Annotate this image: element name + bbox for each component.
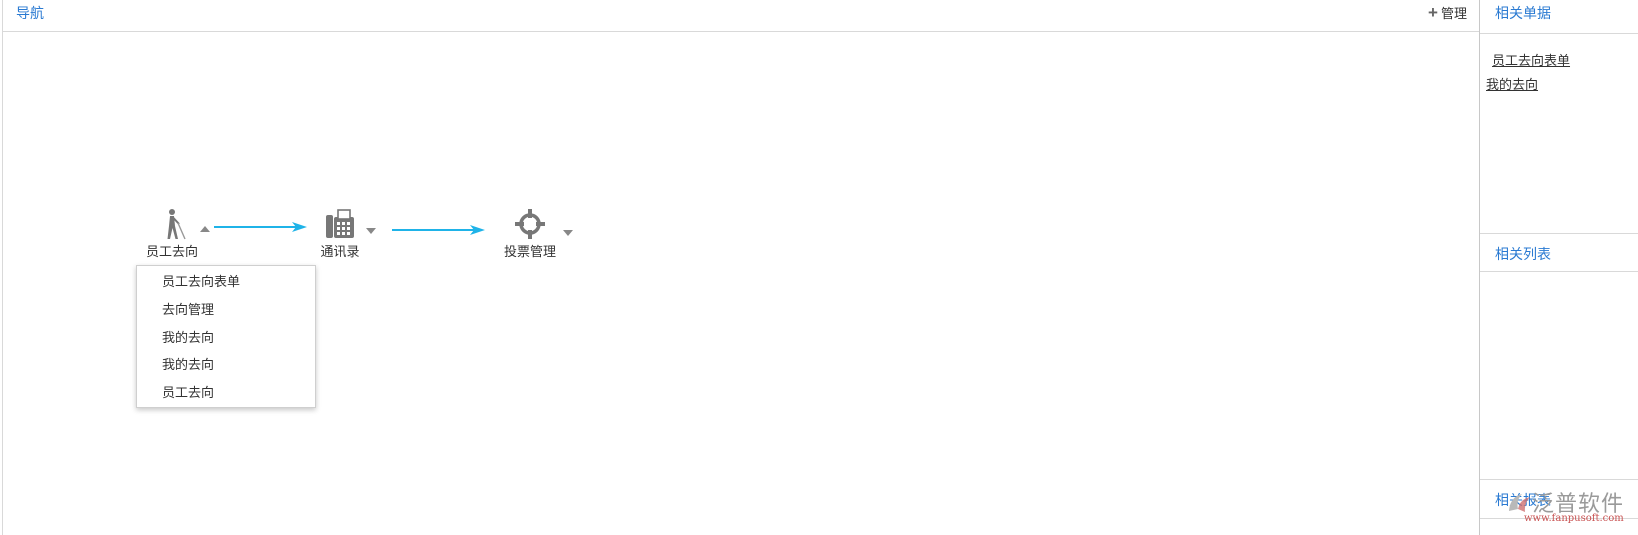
flow-node-employee-whereabouts[interactable]: 员工去向 [140, 208, 204, 260]
manage-button[interactable]: + 管理 [1428, 3, 1467, 22]
manage-label: 管理 [1440, 6, 1467, 21]
crosshair-target-icon [515, 209, 545, 239]
flow-node-label: 员工去向 [145, 244, 198, 259]
brand-url: www.fanpusoft.com [1524, 513, 1624, 524]
flow-node-address-book[interactable]: 通讯录 [312, 208, 368, 260]
flow-node-vote-management[interactable]: 投票管理 [495, 208, 565, 260]
blind-walker-icon [167, 209, 186, 240]
fax-phone-icon [326, 209, 354, 238]
divider [1480, 271, 1638, 272]
collapse-caret-icon[interactable] [200, 226, 210, 232]
brand-watermark: 泛普软件 www.fanpusoft.com [1502, 486, 1634, 526]
brand-logo-icon [1509, 494, 1530, 512]
flow-arrow-icon [392, 225, 485, 235]
divider [1480, 479, 1638, 480]
dropdown-item-my-whereabouts-2[interactable]: 我的去向 [162, 354, 214, 373]
related-panel: 相关单据 员工去向表单 我的去向 相关列表 相关报表 [1479, 0, 1638, 535]
flow-node-label: 投票管理 [503, 244, 556, 259]
divider [1480, 33, 1638, 34]
flow-arrow-icon [214, 222, 307, 232]
related-lists-title: 相关列表 [1495, 246, 1551, 262]
plus-icon: + [1428, 2, 1438, 22]
dropdown-item-employee-whereabouts[interactable]: 员工去向 [162, 382, 214, 401]
dropdown-item-whereabouts-management[interactable]: 去向管理 [162, 299, 214, 318]
expand-caret-icon[interactable] [563, 230, 573, 236]
related-form-link[interactable]: 我的去向 [1486, 74, 1538, 93]
navigation-header: 导航 + 管理 [3, 0, 1481, 32]
expand-caret-icon[interactable] [366, 228, 376, 234]
navigation-title: 导航 [16, 5, 44, 21]
node-dropdown-menu: 员工去向表单 去向管理 我的去向 我的去向 员工去向 [136, 265, 316, 408]
flow-node-label: 通讯录 [320, 244, 360, 259]
divider [1480, 233, 1638, 234]
dropdown-item-employee-form[interactable]: 员工去向表单 [162, 271, 240, 290]
related-form-link[interactable]: 员工去向表单 [1492, 50, 1570, 69]
related-forms-title: 相关单据 [1495, 5, 1551, 21]
dropdown-item-my-whereabouts[interactable]: 我的去向 [162, 327, 214, 346]
